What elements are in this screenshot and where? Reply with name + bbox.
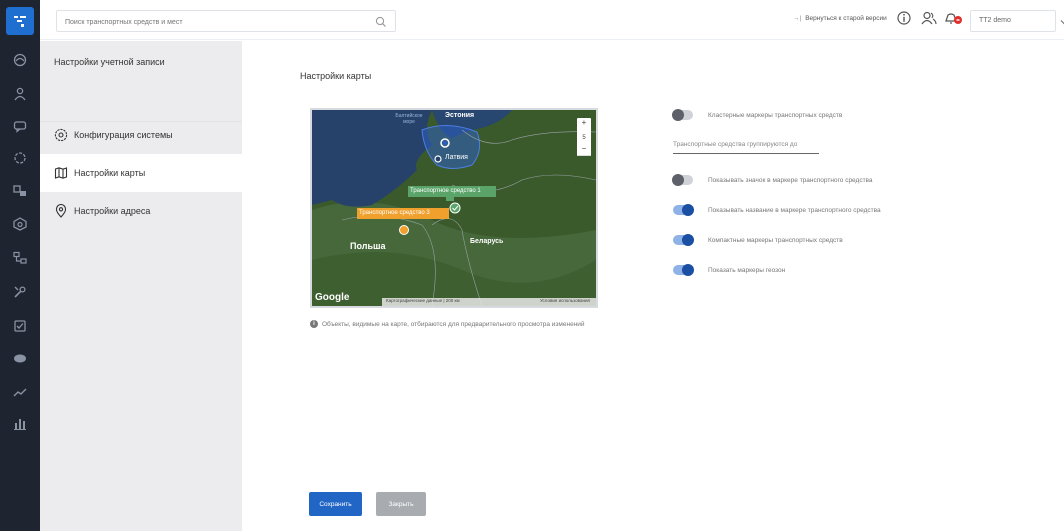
sidebar-item-label: Конфигурация системы	[74, 130, 173, 140]
map-label-poland: Польша	[350, 241, 386, 251]
option-label: Показать маркеры геозон	[708, 266, 786, 274]
map-note: i Объекты, видимые на карте, отбираются …	[310, 320, 585, 328]
sidebar-item-label: Настройки адреса	[74, 206, 151, 216]
search-icon[interactable]	[375, 15, 387, 33]
google-logo: Google	[315, 292, 350, 303]
sidebar-item-label: Настройки карты	[74, 168, 146, 178]
search-box[interactable]	[56, 10, 396, 33]
toggle-switch[interactable]	[672, 174, 693, 186]
map-attribution[interactable]: Картографические данные | 200 км	[386, 298, 460, 303]
settings-sidebar: Настройки учетной записи Конфигурация си…	[40, 41, 242, 531]
toggle-switch[interactable]	[673, 204, 694, 216]
zoom-level: 5	[582, 135, 586, 141]
option-cluster-markers[interactable]: Кластерные маркеры транспортных средств	[672, 109, 843, 121]
back-to-old-version-link[interactable]: →| Вернуться к старой версии	[793, 15, 887, 22]
grouping-field-label: Транспортные средства группируются до	[673, 141, 798, 148]
zoom-in-button[interactable]: +	[580, 118, 588, 127]
sidebar-item-map-settings[interactable]: Настройки карты	[40, 154, 242, 192]
map-preview[interactable]: Балтийское море Эстония Латвия Польша Бе…	[310, 108, 598, 308]
map-terms-link[interactable]: Условия использования	[540, 298, 590, 303]
grouping-field[interactable]: Транспортные средства группируются до	[673, 138, 819, 154]
user-select[interactable]: TT2 demo	[970, 10, 1056, 32]
chevron-down-icon[interactable]	[1059, 14, 1064, 32]
toggle-switch[interactable]	[673, 234, 694, 246]
page-title: Настройки карты	[300, 71, 372, 81]
tools-icon[interactable]	[12, 284, 28, 300]
geofence-icon[interactable]	[12, 150, 28, 166]
option-label: Кластерные маркеры транспортных средств	[708, 111, 843, 119]
map-note-text: Объекты, видимые на карте, отбираются дл…	[322, 320, 585, 328]
option-label: Показывать название в маркере транспортн…	[708, 206, 881, 214]
toggle-switch[interactable]	[672, 109, 693, 121]
info-icon: i	[310, 320, 318, 328]
dashboard-icon[interactable]	[12, 52, 28, 68]
vehicle-marker-label[interactable]: Транспортное средство 3	[359, 210, 430, 216]
location-pin-icon	[54, 204, 68, 218]
messages-icon[interactable]	[12, 118, 28, 134]
devices-icon[interactable]	[12, 216, 28, 232]
top-bar: →|Вернуться к старой версии TT2 demo	[40, 0, 1064, 40]
option-show-icon-in-marker[interactable]: Показывать значок в маркере транспортног…	[672, 174, 873, 186]
map-label-estonia: Эстония	[445, 112, 475, 119]
back-link-label: Вернуться к старой версии	[805, 15, 887, 22]
map-icon	[54, 166, 68, 180]
map-label-latvia: Латвия	[445, 154, 468, 161]
arrow-left-icon: →|	[793, 15, 802, 22]
option-show-name-in-marker[interactable]: Показывать название в маркере транспортн…	[673, 204, 881, 216]
app-logo[interactable]	[6, 7, 34, 35]
routes-icon[interactable]	[12, 250, 28, 266]
option-compact-markers[interactable]: Компактные маркеры транспортных средств	[673, 234, 843, 246]
sidebar-item-address-settings[interactable]: Настройки адреса	[40, 192, 242, 230]
icon-rail	[0, 0, 40, 531]
account-settings-title[interactable]: Настройки учетной записи	[54, 57, 165, 67]
layers-icon[interactable]	[12, 350, 28, 366]
option-label: Показывать значок в маркере транспортног…	[708, 176, 873, 184]
sidebar-item-system-configuration[interactable]: Конфигурация системы	[40, 116, 242, 154]
toggle-switch[interactable]	[673, 264, 694, 276]
vehicle-marker-label[interactable]: Транспортное средство 1	[410, 188, 481, 194]
objects-icon[interactable]	[12, 183, 28, 199]
zoom-out-button[interactable]: −	[580, 144, 588, 153]
user-name: TT2 demo	[979, 17, 1011, 24]
search-input[interactable]	[57, 12, 357, 33]
option-show-geofence-markers[interactable]: Показать маркеры геозон	[673, 264, 786, 276]
info-icon[interactable]	[896, 10, 912, 31]
save-button[interactable]: Сохранить	[309, 492, 362, 516]
notifications-icon[interactable]	[944, 10, 964, 31]
tasks-icon[interactable]	[12, 318, 28, 334]
users-icon[interactable]	[920, 10, 938, 31]
map-label-belarus: Беларусь	[470, 238, 504, 245]
map-label-baltic-sea: Балтийское море	[395, 113, 423, 125]
option-label: Компактные маркеры транспортных средств	[708, 236, 843, 244]
reports-icon[interactable]	[12, 415, 28, 431]
person-icon[interactable]	[12, 86, 28, 102]
gear-icon	[54, 128, 68, 142]
close-button[interactable]: Закрыть	[376, 492, 426, 516]
trend-icon[interactable]	[12, 384, 28, 400]
